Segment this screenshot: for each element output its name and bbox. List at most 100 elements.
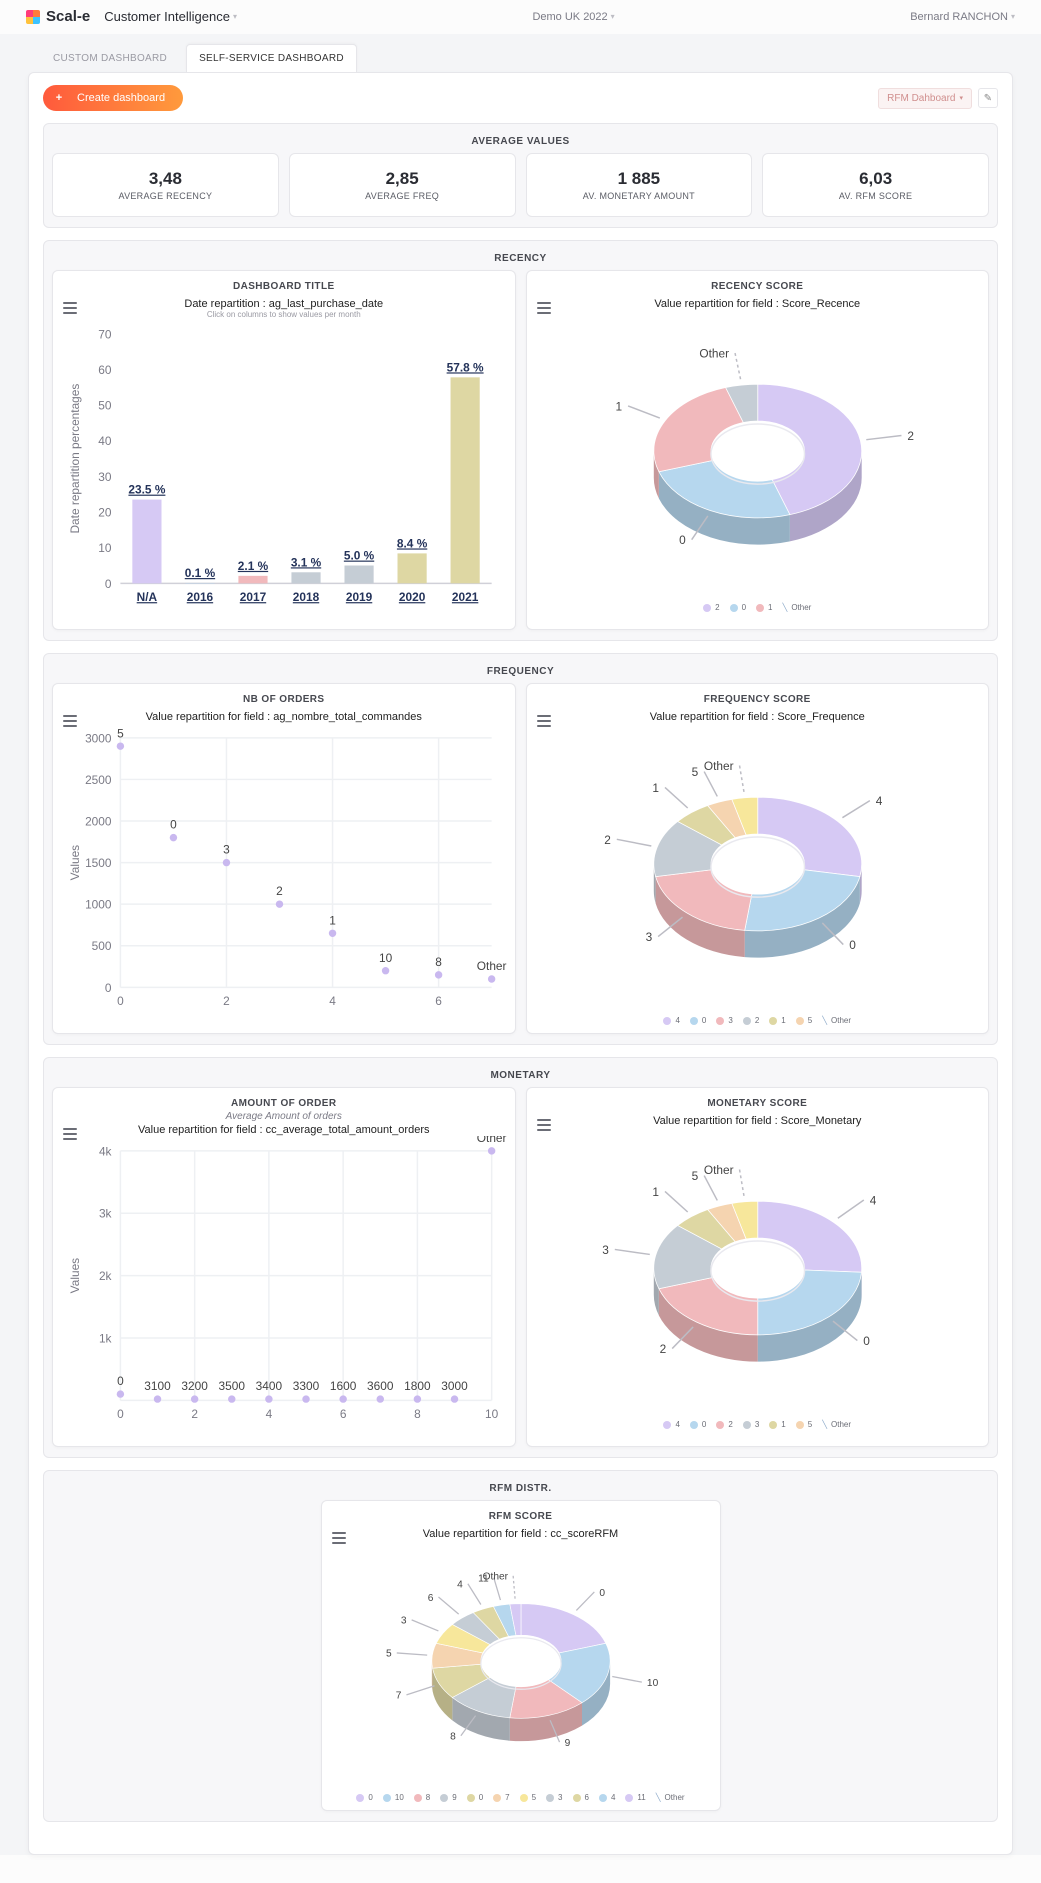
card-nb-orders: NB OF ORDERS Value repartition for field… bbox=[52, 683, 516, 1034]
chart-menu-icon[interactable] bbox=[63, 715, 77, 727]
chart-menu-icon[interactable] bbox=[537, 715, 551, 727]
legend-item[interactable]: 5 bbox=[796, 1016, 812, 1025]
legend-item[interactable]: 2 bbox=[716, 1420, 732, 1429]
legend-swatch bbox=[756, 604, 764, 612]
legend-item[interactable]: 5 bbox=[796, 1420, 812, 1429]
legend-label: 1 bbox=[768, 603, 772, 612]
chart-menu-icon[interactable] bbox=[63, 1128, 77, 1140]
legend-swatch bbox=[730, 604, 738, 612]
legend-label: 4 bbox=[675, 1420, 679, 1429]
legend-label: 2 bbox=[728, 1420, 732, 1429]
legend-item[interactable]: ╲Other bbox=[822, 1420, 851, 1429]
svg-text:3400: 3400 bbox=[256, 1379, 283, 1393]
dashboard-selector[interactable]: RFM Dahboard ▾ bbox=[878, 88, 972, 109]
svg-text:1000: 1000 bbox=[85, 898, 112, 912]
legend-swatch bbox=[383, 1794, 391, 1802]
legend-label: 5 bbox=[808, 1016, 812, 1025]
recency-bar-chart[interactable]: 010203040506070Date repartition percenta… bbox=[61, 319, 507, 616]
tab-custom-dashboard[interactable]: CUSTOM DASHBOARD bbox=[40, 44, 180, 72]
legend-item[interactable]: 3 bbox=[743, 1420, 759, 1429]
svg-text:0: 0 bbox=[849, 938, 856, 952]
legend-item[interactable]: ╲Other bbox=[822, 1016, 851, 1025]
legend-item[interactable]: ╲Other bbox=[783, 603, 812, 612]
chart-menu-icon[interactable] bbox=[537, 302, 551, 314]
legend-item[interactable]: 6 bbox=[573, 1793, 589, 1802]
edit-dashboard-button[interactable]: ✎ bbox=[978, 88, 998, 108]
section-title: MONETARY bbox=[52, 1066, 989, 1087]
user-menu[interactable]: Bernard RANCHON ▾ bbox=[910, 11, 1015, 23]
legend-item[interactable]: 8 bbox=[414, 1793, 430, 1802]
recency-donut-chart[interactable]: 201Other bbox=[535, 310, 980, 592]
legend-label: 1 bbox=[781, 1016, 785, 1025]
legend-item[interactable]: ╲Other bbox=[656, 1793, 685, 1802]
legend-item[interactable]: 0 bbox=[690, 1420, 706, 1429]
svg-text:4: 4 bbox=[457, 1580, 463, 1591]
chart-title: Value repartition for field : Score_Mone… bbox=[535, 1113, 981, 1127]
brand-logo: Scal-e bbox=[26, 8, 90, 25]
svg-text:Other: Other bbox=[703, 1163, 733, 1177]
svg-text:4: 4 bbox=[869, 1194, 876, 1208]
svg-text:Other: Other bbox=[482, 1572, 508, 1583]
legend-item[interactable]: 3 bbox=[716, 1016, 732, 1025]
legend-item[interactable]: 2 bbox=[743, 1016, 759, 1025]
svg-text:500: 500 bbox=[92, 939, 112, 953]
legend-item[interactable]: 0 bbox=[730, 603, 746, 612]
monetary-donut-chart[interactable]: 402315Other bbox=[535, 1127, 980, 1409]
freq-donut-chart[interactable]: 403215Other bbox=[535, 723, 980, 1005]
kpi-card: 6,03 AV. RFM SCORE bbox=[762, 153, 989, 217]
legend-swatch bbox=[716, 1421, 724, 1429]
svg-text:9: 9 bbox=[564, 1738, 570, 1749]
legend-item[interactable]: 0 bbox=[690, 1016, 706, 1025]
kpi-label: AVERAGE FREQ bbox=[365, 191, 439, 201]
nb-orders-scatter[interactable]: 0500100015002000250030000246Values503211… bbox=[61, 723, 507, 1020]
legend-item[interactable]: 3 bbox=[546, 1793, 562, 1802]
legend-item[interactable]: 4 bbox=[663, 1420, 679, 1429]
section-title: AVERAGE VALUES bbox=[52, 132, 989, 153]
chart-menu-icon[interactable] bbox=[332, 1532, 346, 1544]
legend-label: 3 bbox=[558, 1793, 562, 1802]
svg-text:0: 0 bbox=[105, 981, 112, 995]
legend-item[interactable]: 11 bbox=[625, 1793, 645, 1802]
svg-text:1: 1 bbox=[652, 781, 659, 795]
legend-item[interactable]: 4 bbox=[663, 1016, 679, 1025]
legend-item[interactable]: 1 bbox=[769, 1016, 785, 1025]
legend-item[interactable]: 5 bbox=[520, 1793, 536, 1802]
rfm-donut-chart[interactable]: 010987536411Other bbox=[330, 1540, 712, 1782]
svg-text:Other: Other bbox=[703, 759, 733, 773]
legend-item[interactable]: 10 bbox=[383, 1793, 404, 1802]
svg-text:1800: 1800 bbox=[404, 1379, 431, 1393]
legend-item[interactable]: 2 bbox=[703, 603, 719, 612]
legend-item[interactable]: 0 bbox=[356, 1793, 372, 1802]
svg-text:2018: 2018 bbox=[293, 590, 320, 604]
legend-swatch bbox=[663, 1421, 671, 1429]
legend-label: 0 bbox=[479, 1793, 483, 1802]
svg-text:Other: Other bbox=[477, 1136, 507, 1145]
svg-text:8.4 %: 8.4 % bbox=[397, 536, 428, 550]
legend-item[interactable]: 0 bbox=[467, 1793, 483, 1802]
legend-label: 0 bbox=[368, 1793, 372, 1802]
legend-label: 10 bbox=[395, 1793, 404, 1802]
svg-text:3: 3 bbox=[400, 1616, 406, 1627]
legend-item[interactable]: 9 bbox=[440, 1793, 456, 1802]
svg-text:1k: 1k bbox=[99, 1332, 112, 1346]
legend-item[interactable]: 7 bbox=[493, 1793, 509, 1802]
section-dropdown[interactable]: Customer Intelligence ▾ bbox=[104, 9, 237, 24]
svg-text:10: 10 bbox=[646, 1678, 658, 1689]
svg-text:10: 10 bbox=[379, 951, 393, 965]
tab-self-service-dashboard[interactable]: SELF-SERVICE DASHBOARD bbox=[186, 44, 357, 72]
card-header: DASHBOARD TITLE bbox=[61, 277, 507, 296]
svg-text:1500: 1500 bbox=[85, 856, 112, 870]
svg-text:5: 5 bbox=[385, 1649, 391, 1660]
legend-item[interactable]: 4 bbox=[599, 1793, 615, 1802]
amount-scatter[interactable]: 1k2k3k4k0246810Values0310032003500340033… bbox=[61, 1136, 507, 1433]
create-dashboard-button[interactable]: + Create dashboard bbox=[43, 85, 183, 111]
legend-item[interactable]: 1 bbox=[756, 603, 772, 612]
legend-item[interactable]: 1 bbox=[769, 1420, 785, 1429]
svg-text:5.0 %: 5.0 % bbox=[344, 549, 375, 563]
workspace-dropdown[interactable]: Demo UK 2022 ▾ bbox=[532, 11, 614, 23]
chart-menu-icon[interactable] bbox=[537, 1119, 551, 1131]
chart-menu-icon[interactable] bbox=[63, 302, 77, 314]
legend-swatch bbox=[690, 1421, 698, 1429]
legend-label: 3 bbox=[755, 1420, 759, 1429]
legend-label: 5 bbox=[808, 1420, 812, 1429]
